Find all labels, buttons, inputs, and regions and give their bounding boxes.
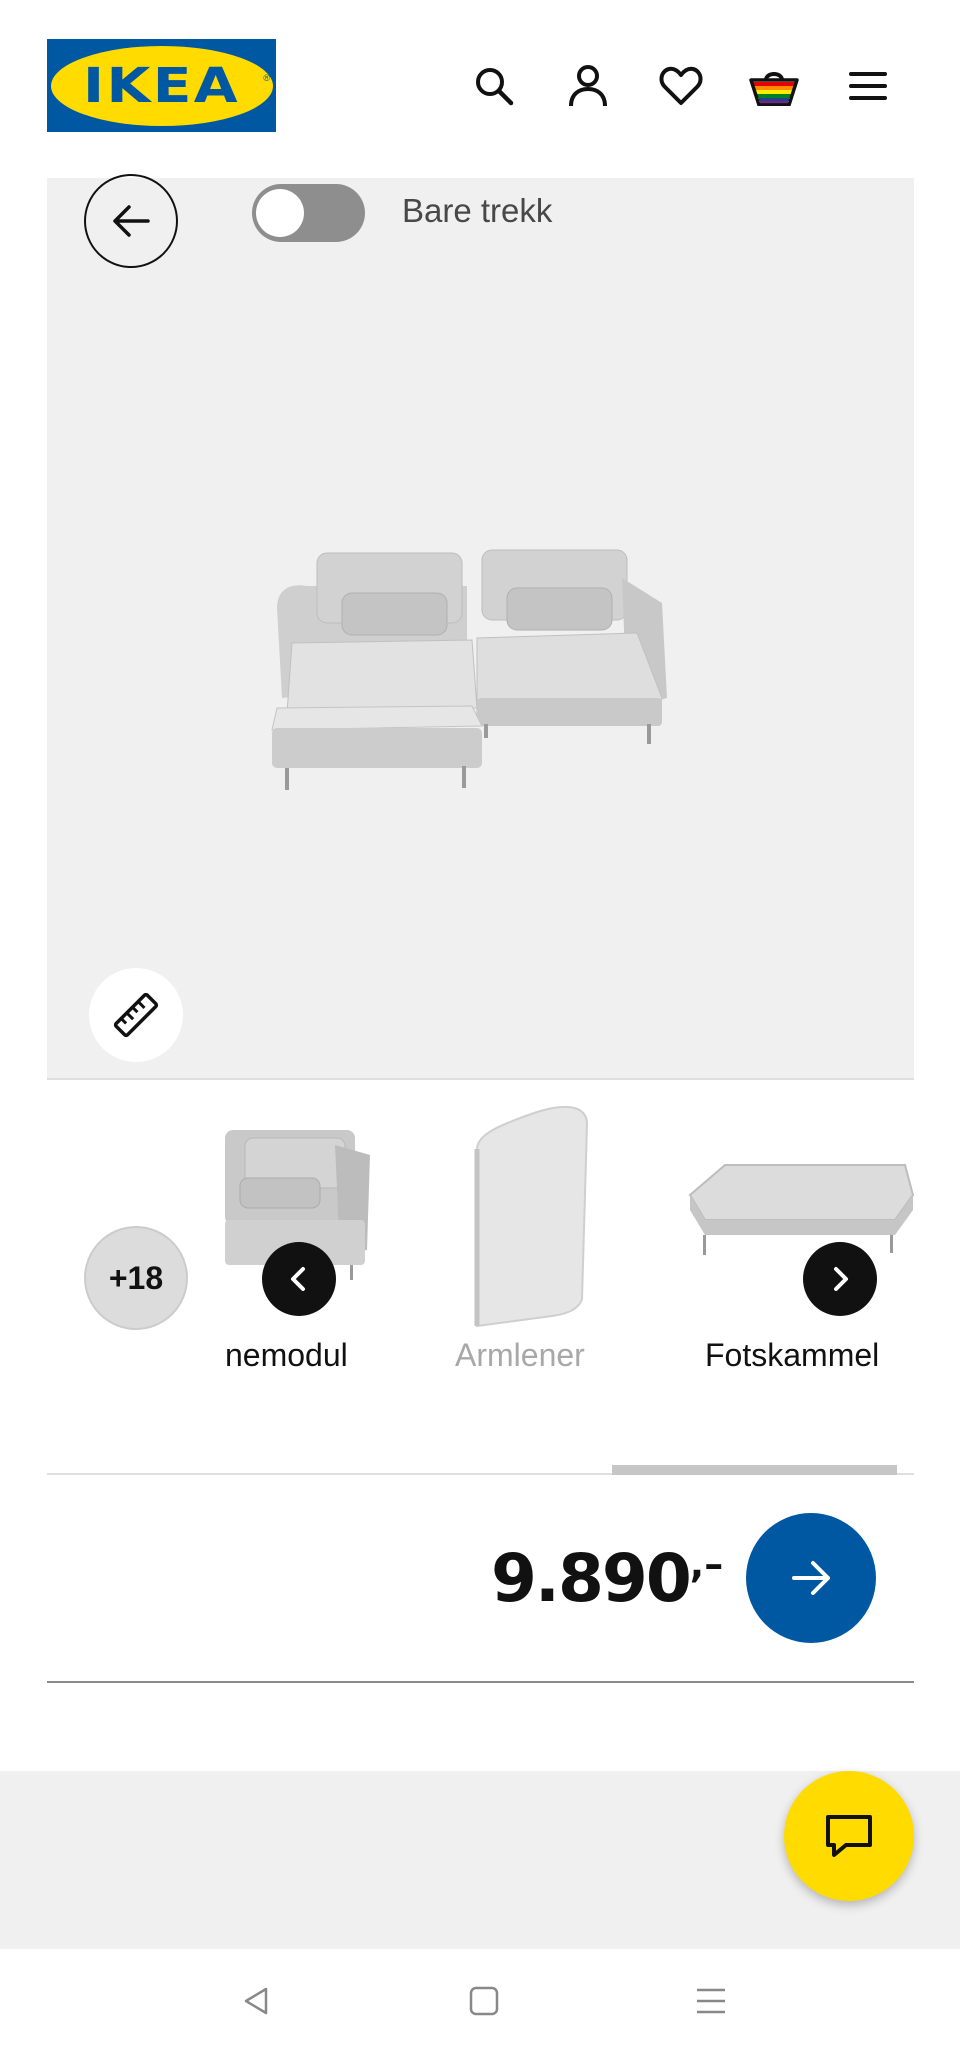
logo-oval: IKEA [50,45,273,126]
logo-text: IKEA [83,57,240,114]
carousel-item-label-2: Fotskammel [705,1337,880,1373]
carousel-item-label-1: Armlener [455,1337,585,1373]
system-home-icon[interactable] [460,1977,508,2025]
measure-button[interactable] [89,968,183,1062]
system-recents-icon[interactable] [687,1977,735,2025]
ikea-logo[interactable]: IKEA ® [47,39,276,132]
chevron-left-icon [291,1267,305,1291]
carousel-scroll-thumb[interactable] [612,1465,897,1475]
module-carousel[interactable]: +18 nemodul Armlener Fotskammel [47,1082,915,1477]
logo-registered-mark: ® [263,73,270,83]
price-row: 9.890,– [47,1480,914,1683]
profile-icon[interactable] [560,58,616,114]
back-button[interactable] [84,174,178,268]
heart-icon[interactable] [653,58,709,114]
toggle-knob [256,189,304,237]
toggle-label: Bare trekk [402,192,553,229]
chevron-right-icon [834,1267,848,1291]
price-amount: 9.890 [491,1540,692,1617]
more-modules-badge[interactable]: +18 [84,1226,188,1330]
menu-icon[interactable] [840,58,896,114]
header: IKEA ® [0,0,960,176]
covers-only-toggle[interactable] [252,184,365,242]
carousel-item-image-1[interactable] [457,1104,597,1329]
product-price: 9.890,– [491,1540,723,1617]
arrow-left-icon [113,205,150,237]
carousel-next-button[interactable] [803,1242,877,1316]
ruler-icon [113,992,159,1038]
system-back-icon[interactable] [232,1977,280,2025]
chat-bubble-icon [826,1815,872,1857]
chat-button[interactable] [784,1771,914,1901]
product-viewer[interactable]: Bare trekk [47,174,914,1080]
carousel-item-label-0: nemodul [225,1337,348,1373]
carousel-item-image-2[interactable] [685,1160,915,1255]
sofa-product-image [271,549,667,790]
system-navigation-bar [0,1949,960,2052]
carousel-prev-button[interactable] [262,1242,336,1316]
price-suffix: ,– [689,1542,724,1586]
search-icon[interactable] [466,58,522,114]
cart-icon[interactable] [746,58,802,114]
continue-button[interactable] [746,1513,876,1643]
arrow-right-icon [792,1561,830,1595]
